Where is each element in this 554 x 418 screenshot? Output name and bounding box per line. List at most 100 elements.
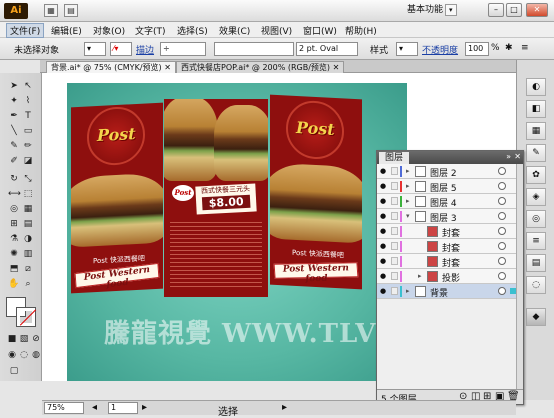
blend-tool-icon[interactable]: ◑ — [22, 233, 34, 245]
layer-row[interactable]: ● 封套 — [377, 254, 523, 269]
layer-name[interactable]: 背景 — [430, 286, 448, 299]
transparency-panel-icon[interactable]: ◌ — [526, 276, 546, 294]
menu-file[interactable]: 文件(F) — [6, 23, 45, 38]
zoom-dropdown[interactable]: 75% — [44, 402, 84, 414]
layer-row[interactable]: ● ▸ 背景 — [377, 284, 523, 299]
none-mode-icon[interactable]: ⊘ — [30, 333, 42, 345]
menu-type[interactable]: 文字(T) — [132, 24, 169, 37]
chevron-right-icon[interactable]: ▸ — [406, 167, 410, 175]
pencil-tool-icon[interactable]: ✏ — [22, 140, 34, 152]
chevron-right-icon[interactable]: ▸ — [406, 287, 410, 295]
menu-help[interactable]: 帮助(H) — [342, 24, 380, 37]
slice-tool-icon[interactable]: ⧄ — [22, 263, 34, 275]
lock-toggle[interactable] — [391, 167, 398, 175]
visibility-eye-icon[interactable]: ● — [380, 287, 389, 295]
variable-width-dropdown[interactable] — [214, 42, 294, 56]
layer-row[interactable]: ● ▸ 图层 5 — [377, 179, 523, 194]
layer-row[interactable]: ● ▸ 图层 4 — [377, 194, 523, 209]
workspace-switcher[interactable]: 基本功能 ▾ — [405, 4, 457, 16]
layer-name[interactable]: 封套 — [442, 241, 460, 254]
shape-builder-icon[interactable]: ◎ — [8, 203, 20, 215]
fill-swatch[interactable]: ▾ — [84, 42, 106, 56]
line-tool-icon[interactable]: ╲ — [8, 125, 20, 137]
layer-name[interactable]: 投影 — [442, 271, 460, 284]
layer-name[interactable]: 图层 2 — [430, 166, 457, 179]
scale-tool-icon[interactable]: ⤡ — [22, 173, 34, 185]
draw-behind-icon[interactable]: ◌ — [18, 349, 30, 361]
target-circle-icon[interactable] — [498, 257, 506, 265]
menu-select[interactable]: 选择(S) — [174, 24, 211, 37]
menu-object[interactable]: 对象(O) — [90, 24, 128, 37]
stroke-weight-field[interactable]: ÷ — [160, 42, 206, 56]
style-dropdown[interactable]: ▾ — [396, 42, 418, 56]
target-circle-icon[interactable] — [498, 167, 506, 175]
draw-inside-icon[interactable]: ◍ — [30, 349, 42, 361]
layers-tab[interactable]: 图层 — [379, 152, 410, 164]
gradient-tool-icon[interactable]: ▤ — [22, 218, 34, 230]
lock-toggle[interactable] — [391, 257, 398, 265]
workspace-label[interactable]: 基本功能 — [407, 6, 443, 15]
workspace-dropdown-icon[interactable]: ▾ — [445, 4, 457, 16]
screen-mode-icon[interactable]: ▢ — [8, 365, 20, 377]
direct-selection-tool-icon[interactable]: ↖ — [22, 80, 34, 92]
chevron-down-icon[interactable]: ▾ — [406, 212, 410, 220]
align-icon[interactable]: ≡ — [521, 43, 529, 53]
zoom-tool-icon[interactable]: ⌕ — [22, 278, 34, 290]
opacity-label[interactable]: 不透明度 — [422, 43, 458, 56]
brushes-panel-icon[interactable]: ✎ — [526, 144, 546, 162]
swatches-panel-icon[interactable]: ▦ — [526, 122, 546, 140]
stroke-swatch[interactable]: ⁄▾ — [110, 42, 132, 56]
menu-effect[interactable]: 效果(C) — [216, 24, 253, 37]
first-artboard-icon[interactable]: ◂ — [92, 402, 97, 413]
eyedropper-tool-icon[interactable]: ⚗ — [8, 233, 20, 245]
minimize-button[interactable]: – — [488, 3, 504, 17]
lock-toggle[interactable] — [391, 212, 398, 220]
color-mode-icon[interactable]: ■ — [6, 333, 18, 345]
layer-row[interactable]: ● 封套 — [377, 224, 523, 239]
bridge-icon[interactable]: ▦ — [44, 4, 58, 17]
magic-wand-icon[interactable]: ✦ — [8, 95, 20, 107]
target-circle-icon[interactable] — [498, 197, 506, 205]
page-field[interactable]: 1 — [108, 402, 138, 414]
target-circle-icon[interactable] — [498, 182, 506, 190]
chevron-right-icon[interactable]: ▸ — [406, 182, 410, 190]
type-tool-icon[interactable]: T — [22, 110, 34, 122]
visibility-eye-icon[interactable]: ● — [380, 227, 389, 235]
graphic-styles-icon[interactable]: ◈ — [526, 188, 546, 206]
lock-toggle[interactable] — [391, 272, 398, 280]
lock-toggle[interactable] — [391, 197, 398, 205]
target-circle-icon[interactable] — [498, 272, 506, 280]
visibility-eye-icon[interactable]: ● — [380, 257, 389, 265]
chevron-right-icon[interactable]: ▸ — [406, 197, 410, 205]
graph-tool-icon[interactable]: ▥ — [22, 248, 34, 260]
layer-name[interactable]: 图层 3 — [430, 211, 457, 224]
target-circle-icon[interactable] — [498, 242, 506, 250]
selection-tool-icon[interactable]: ➤ — [8, 80, 20, 92]
color-guide-icon[interactable]: ◧ — [526, 100, 546, 118]
menu-edit[interactable]: 编辑(E) — [48, 24, 85, 37]
eraser-tool-icon[interactable]: ◪ — [22, 155, 34, 167]
layer-name[interactable]: 图层 5 — [430, 181, 457, 194]
appearance-panel-icon[interactable]: ◎ — [526, 210, 546, 228]
perspective-grid-icon[interactable]: ▦ — [22, 203, 34, 215]
width-tool-icon[interactable]: ⟷ — [8, 188, 21, 200]
tab-background-doc[interactable]: 背景.ai* @ 75% (CMYK/预览) ✕ — [46, 61, 176, 73]
gradient-panel-icon[interactable]: ▤ — [526, 254, 546, 272]
close-button[interactable]: ✕ — [526, 3, 548, 17]
layers-panel-icon[interactable]: ◆ — [526, 308, 546, 326]
recolor-icon[interactable]: ✱ — [505, 43, 513, 53]
target-circle-icon[interactable] — [498, 227, 506, 235]
lock-toggle[interactable] — [391, 242, 398, 250]
tab-pop-doc[interactable]: 西式快餐店POP.ai* @ 200% (RGB/预览) ✕ — [176, 61, 345, 73]
mesh-tool-icon[interactable]: ⊞ — [8, 218, 20, 230]
menu-view[interactable]: 视图(V) — [258, 24, 295, 37]
artboard-tool-icon[interactable]: ⬒ — [8, 263, 20, 275]
stroke-color-swatch[interactable] — [16, 307, 37, 327]
layer-row[interactable]: ● ▸ 图层 2 — [377, 164, 523, 179]
visibility-eye-icon[interactable]: ● — [380, 272, 389, 280]
opacity-field[interactable]: 100 — [465, 42, 489, 56]
target-circle-icon[interactable] — [498, 287, 506, 295]
visibility-eye-icon[interactable]: ● — [380, 197, 389, 205]
symbols-panel-icon[interactable]: ✿ — [526, 166, 546, 184]
visibility-eye-icon[interactable]: ● — [380, 212, 389, 220]
